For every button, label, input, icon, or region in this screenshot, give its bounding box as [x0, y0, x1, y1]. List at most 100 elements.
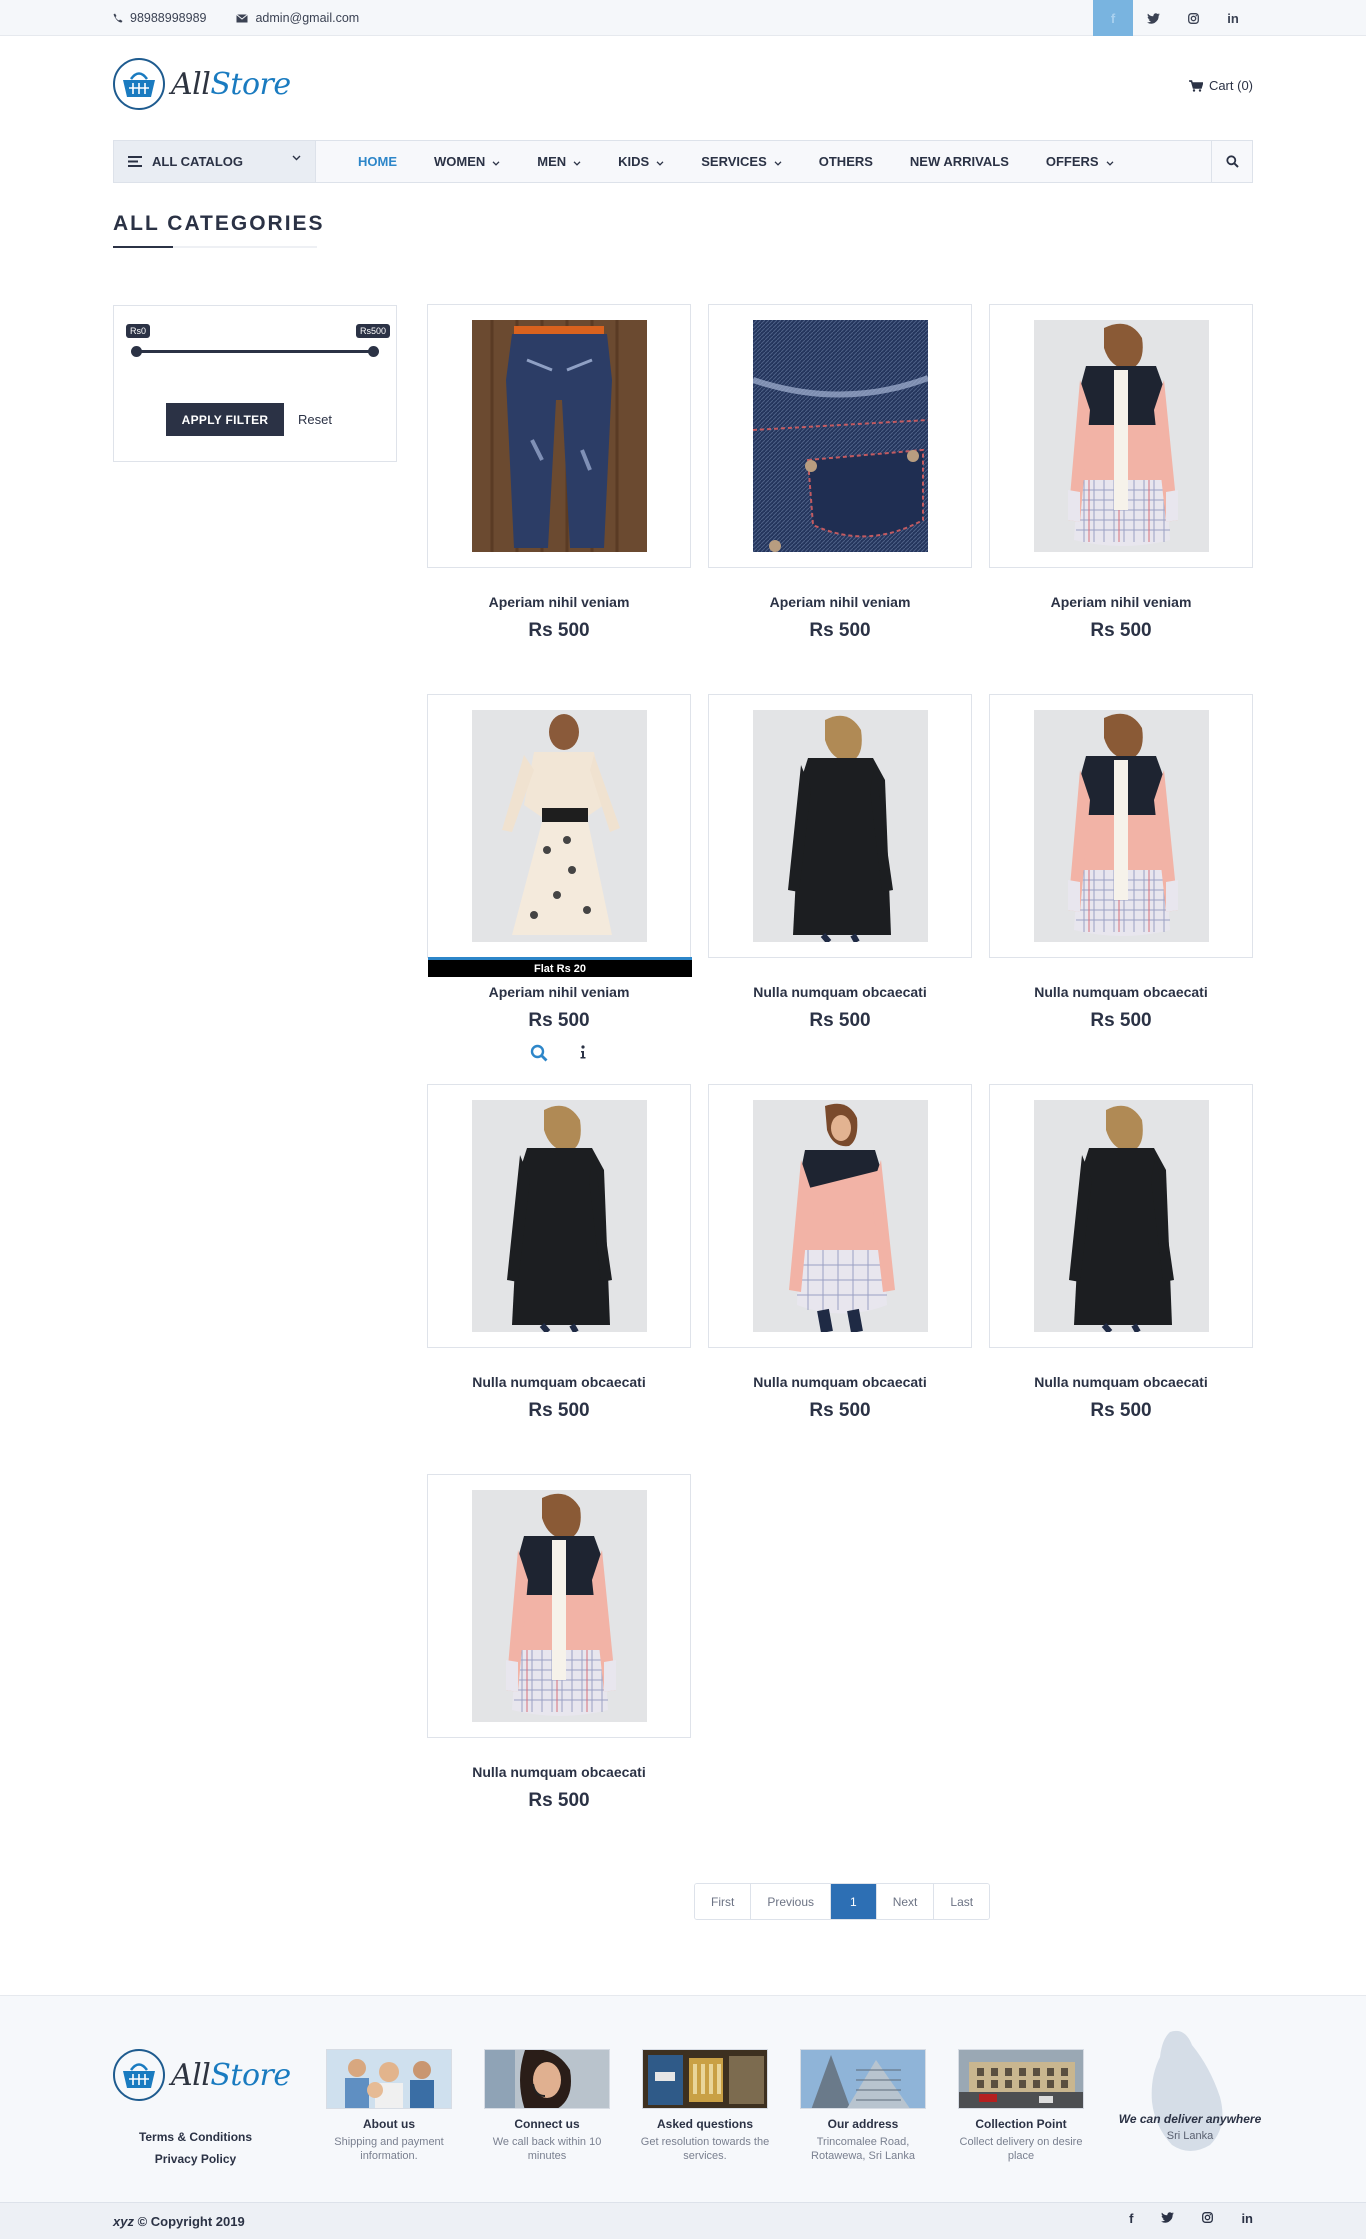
product-name[interactable]: Nulla numquam obcaecati	[427, 1374, 691, 1390]
product-name[interactable]: Aperiam nihil veniam	[708, 594, 972, 610]
product-name[interactable]: Aperiam nihil veniam	[989, 594, 1253, 610]
instagram-icon[interactable]	[1173, 0, 1213, 36]
product-card[interactable]: Nulla numquam obcaecati Rs 500	[989, 694, 1253, 1032]
nav-item-offers[interactable]: OFFERS	[1046, 154, 1114, 169]
search-button[interactable]	[1211, 141, 1252, 182]
cart-icon	[1188, 79, 1203, 92]
nav-item-women[interactable]: WOMEN	[434, 154, 500, 169]
product-card[interactable]: Aperiam nihil veniam Rs 500	[989, 304, 1253, 642]
instagram-icon[interactable]	[1202, 2211, 1214, 2226]
page-last[interactable]: Last	[934, 1884, 990, 1919]
logo-text-store: Store	[210, 66, 291, 102]
product-card[interactable]: Nulla numquam obcaecati Rs 500	[427, 1084, 691, 1422]
product-image	[752, 1100, 928, 1332]
chevron-down-icon	[485, 154, 500, 169]
product-name[interactable]: Nulla numquam obcaecati	[708, 1374, 972, 1390]
page-previous[interactable]: Previous	[751, 1884, 832, 1919]
product-image-frame[interactable]	[989, 1084, 1253, 1348]
product-image-frame[interactable]	[989, 694, 1253, 958]
slider-min-handle[interactable]	[131, 346, 142, 357]
apply-filter-button[interactable]: APPLY FILTER	[166, 403, 284, 436]
product-image-frame[interactable]: Flat Rs 20	[427, 694, 692, 977]
nav-item-men[interactable]: MEN	[537, 154, 581, 169]
linkedin-icon[interactable]: in	[1241, 2211, 1253, 2226]
product-price: Rs 500	[528, 1400, 590, 1421]
product-image-frame[interactable]	[708, 304, 972, 568]
footer-thumbnail	[484, 2049, 610, 2109]
product-card[interactable]: Nulla numquam obcaecati Rs 500	[427, 1474, 691, 1812]
main-navigation: ALL CATALOG HOME WOMEN MEN KIDS SERVICES OTHE…	[113, 140, 1253, 183]
footer-item-title: Asked questions	[656, 2117, 754, 2131]
cart-link[interactable]: Cart (0)	[1188, 78, 1253, 93]
site-footer: AllStore Terms & Conditions Privacy Poli…	[0, 1995, 1366, 2202]
facebook-icon[interactable]: f	[1129, 2211, 1133, 2226]
page-first[interactable]: First	[695, 1884, 752, 1919]
menu-icon	[128, 156, 142, 167]
footer-item-title: About us	[363, 2117, 415, 2131]
footer-logo[interactable]: AllStore	[113, 2049, 291, 2101]
footer-item-collection-point[interactable]: Collection Point Collect delivery on des…	[956, 2049, 1086, 2163]
product-name[interactable]: Nulla numquam obcaecati	[708, 984, 972, 1000]
product-card[interactable]: Nulla numquam obcaecati Rs 500	[708, 694, 972, 1032]
twitter-icon[interactable]	[1133, 0, 1173, 36]
product-image-frame[interactable]	[427, 1084, 691, 1348]
product-card[interactable]: Aperiam nihil veniam Rs 500	[708, 304, 972, 642]
product-image-frame[interactable]	[708, 694, 972, 958]
product-card[interactable]: Aperiam nihil veniam Rs 500	[427, 304, 691, 642]
product-card[interactable]: Flat Rs 20 Aperiam nihil veniam Rs 500	[427, 694, 692, 1067]
product-name[interactable]: Nulla numquam obcaecati	[989, 1374, 1253, 1390]
product-image	[471, 1100, 647, 1332]
product-name[interactable]: Aperiam nihil veniam	[427, 594, 691, 610]
linkedin-icon[interactable]: in	[1213, 0, 1253, 36]
page-next[interactable]: Next	[876, 1884, 935, 1919]
product-name[interactable]: Nulla numquam obcaecati	[427, 1764, 691, 1780]
nav-item-others[interactable]: OTHERS	[819, 154, 873, 169]
reset-filter-link[interactable]: Reset	[298, 412, 332, 427]
info-icon[interactable]	[578, 1044, 588, 1067]
product-image-frame[interactable]	[427, 1474, 691, 1738]
product-card[interactable]: Nulla numquam obcaecati Rs 500	[989, 1084, 1253, 1422]
footer-thumbnail	[642, 2049, 768, 2109]
cart-label: Cart (0)	[1208, 78, 1253, 93]
footer-links: Terms & Conditions Privacy Policy	[113, 2126, 278, 2170]
product-name[interactable]: Aperiam nihil veniam	[427, 984, 691, 1000]
product-name[interactable]: Nulla numquam obcaecati	[989, 984, 1253, 1000]
footer-item-connect-us[interactable]: Connect us We call back within 10 minute…	[482, 2049, 612, 2163]
nav-item-label: MEN	[537, 154, 567, 169]
email-address[interactable]: admin@gmail.com	[255, 11, 359, 25]
twitter-icon[interactable]	[1161, 2211, 1175, 2226]
product-price: Rs 500	[528, 1010, 590, 1031]
footer-item-subtitle: Collect delivery on desire place	[959, 2136, 1083, 2162]
price-range-slider[interactable]	[131, 346, 379, 357]
product-image-frame[interactable]	[989, 304, 1253, 568]
privacy-link[interactable]: Privacy Policy	[113, 2148, 278, 2170]
deliver-title: We can deliver anywhere	[1118, 2112, 1262, 2126]
product-image	[1033, 320, 1209, 552]
store-logo[interactable]: AllStore	[113, 58, 291, 110]
page-current[interactable]: 1	[831, 1884, 877, 1919]
nav-item-label: WOMEN	[434, 154, 486, 169]
product-image-frame[interactable]	[708, 1084, 972, 1348]
facebook-icon[interactable]: f	[1093, 0, 1133, 36]
footer-item-title: Connect us	[514, 2117, 580, 2131]
product-card[interactable]: Nulla numquam obcaecati Rs 500	[708, 1084, 972, 1422]
all-catalog-dropdown[interactable]: ALL CATALOG	[114, 141, 316, 182]
nav-item-label: KIDS	[618, 154, 650, 169]
quick-view-icon[interactable]	[530, 1044, 548, 1067]
slider-max-handle[interactable]	[368, 346, 379, 357]
product-image-frame[interactable]	[427, 304, 691, 568]
nav-item-new-arrivals[interactable]: NEW ARRIVALS	[910, 154, 1009, 169]
copyright-brand: xyz	[113, 2214, 134, 2229]
nav-menu: HOME WOMEN MEN KIDS SERVICES OTHERS NEW ARRIVA…	[358, 141, 1151, 182]
footer-item-subtitle: Get resolution towards the services.	[640, 2136, 770, 2162]
footer-item-about-us[interactable]: About us Shipping and payment informatio…	[324, 2049, 454, 2163]
nav-item-home[interactable]: HOME	[358, 154, 397, 169]
nav-item-services[interactable]: SERVICES	[701, 154, 782, 169]
footer-item-asked-questions[interactable]: Asked questions Get resolution towards t…	[640, 2049, 770, 2163]
terms-link[interactable]: Terms & Conditions	[113, 2126, 278, 2148]
footer-item-title: Our address	[827, 2117, 899, 2131]
nav-item-kids[interactable]: KIDS	[618, 154, 664, 169]
footer-item-our-address[interactable]: Our address Trincomalee Road, Rotawewa, …	[798, 2049, 928, 2163]
basket-icon	[113, 58, 165, 110]
product-image	[752, 320, 928, 552]
